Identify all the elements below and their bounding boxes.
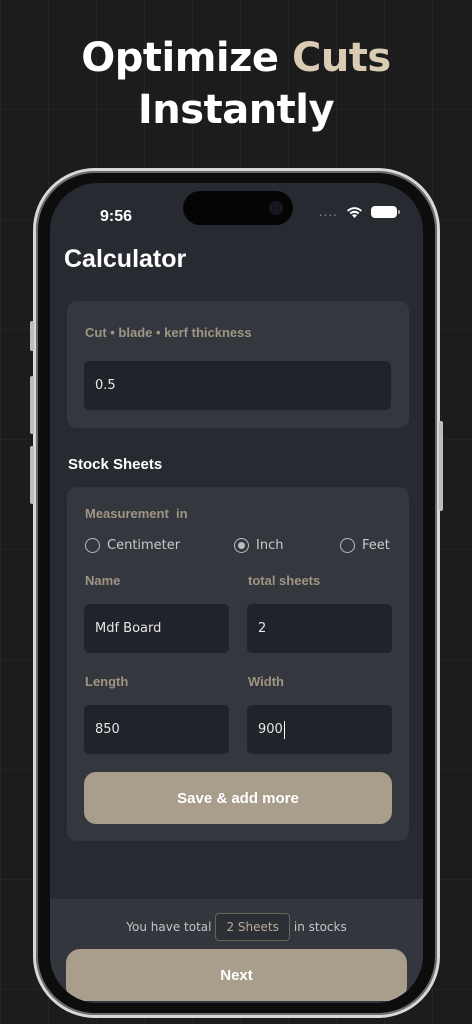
total-sheets-label: total sheets bbox=[248, 573, 321, 588]
battery-icon bbox=[371, 206, 400, 218]
kerf-input[interactable]: 0.5 bbox=[84, 361, 391, 410]
radio-inch[interactable]: Inch bbox=[234, 538, 283, 553]
volume-up-button bbox=[30, 376, 34, 434]
headline-line1: Optimize bbox=[81, 35, 279, 81]
radio-inch-label: Inch bbox=[256, 538, 284, 553]
sheets-count-badge: 2 Sheets bbox=[215, 913, 290, 941]
phone-frame: 9:56 .... Calculator Cut • blade • kerf … bbox=[30, 168, 443, 1018]
headline-accent: Cuts bbox=[291, 35, 391, 81]
silent-switch bbox=[30, 321, 34, 351]
radio-feet[interactable]: Feet bbox=[340, 538, 390, 553]
stock-section-title: Stock Sheets bbox=[68, 456, 163, 473]
radio-centimeter-label: Centimeter bbox=[107, 538, 181, 553]
radio-selected-icon bbox=[234, 538, 249, 553]
power-button bbox=[439, 421, 443, 511]
radio-circle-icon bbox=[85, 538, 100, 553]
app-screen: 9:56 .... Calculator Cut • blade • kerf … bbox=[50, 183, 423, 1003]
signal-icon: .... bbox=[318, 205, 338, 219]
page-title: Calculator bbox=[64, 245, 187, 273]
kerf-label: Cut • blade • kerf thickness bbox=[85, 325, 252, 340]
volume-down-button bbox=[30, 446, 34, 504]
bottom-bar: You have total 2 Sheets in stocks Next bbox=[50, 899, 423, 1003]
width-label: Width bbox=[248, 674, 284, 689]
status-indicators: .... bbox=[318, 205, 400, 219]
width-input[interactable]: 900 bbox=[247, 705, 392, 754]
stock-summary: You have total 2 Sheets in stocks bbox=[50, 913, 423, 941]
save-add-more-button[interactable]: Save & add more bbox=[84, 772, 392, 824]
radio-feet-label: Feet bbox=[362, 538, 390, 553]
stock-card: Measurement in Centimeter Inch Feet Name… bbox=[67, 487, 409, 841]
length-label: Length bbox=[85, 674, 129, 689]
status-time: 9:56 bbox=[100, 208, 133, 225]
total-sheets-input[interactable]: 2 bbox=[247, 604, 392, 653]
dynamic-island bbox=[183, 191, 293, 225]
kerf-card: Cut • blade • kerf thickness 0.5 bbox=[67, 301, 409, 428]
wifi-icon bbox=[347, 206, 362, 218]
headline-line2: Instantly bbox=[137, 87, 335, 133]
promo-headline: Optimize Cuts Instantly bbox=[0, 32, 472, 136]
camera-icon bbox=[269, 201, 283, 215]
summary-prefix: You have total bbox=[126, 920, 212, 934]
name-input[interactable]: Mdf Board bbox=[84, 604, 229, 653]
next-button[interactable]: Next bbox=[66, 949, 407, 1001]
radio-centimeter[interactable]: Centimeter bbox=[85, 538, 180, 553]
name-label: Name bbox=[85, 573, 121, 588]
radio-circle-icon bbox=[340, 538, 355, 553]
measurement-label: Measurement in bbox=[85, 506, 188, 521]
summary-suffix: in stocks bbox=[293, 920, 347, 934]
length-input[interactable]: 850 bbox=[84, 705, 229, 754]
